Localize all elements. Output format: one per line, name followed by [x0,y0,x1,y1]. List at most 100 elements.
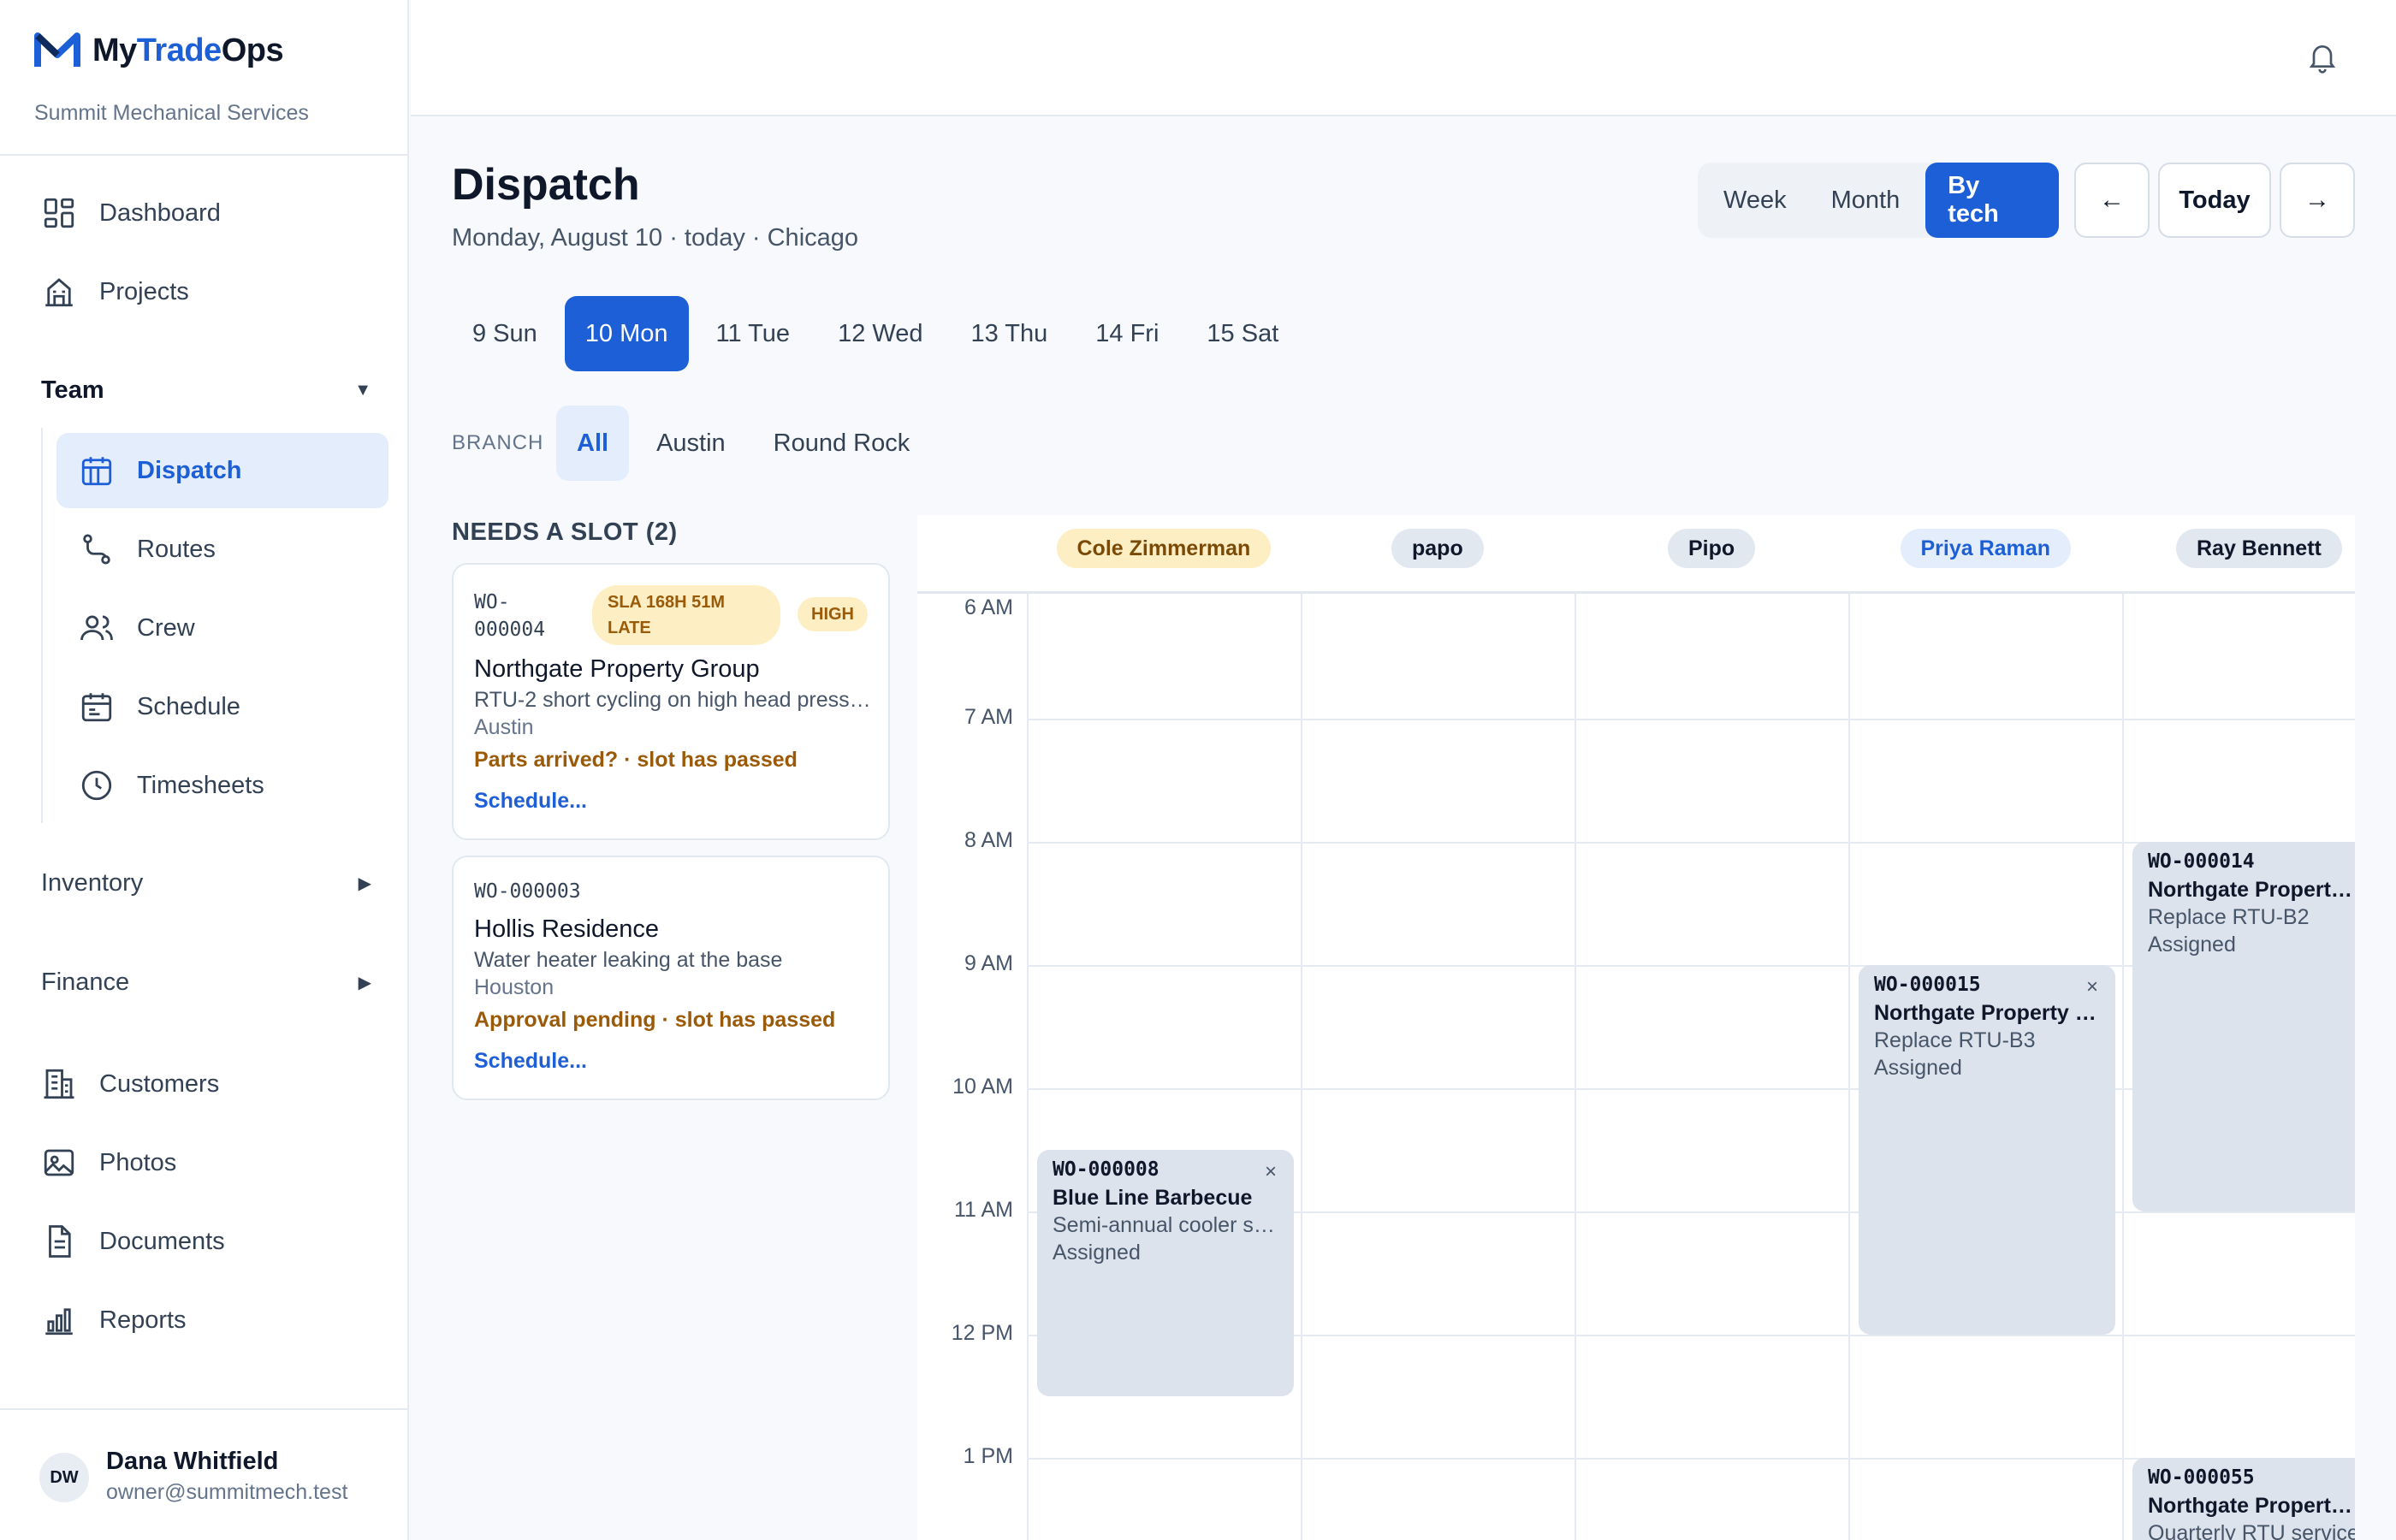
tech-header-row: Cole Zimmerman papo Pipo Priya Raman Ray… [917,515,2355,594]
user-name: Dana Whitfield [106,1448,279,1475]
view-month-button[interactable]: Month [1809,163,1923,238]
nav-routes[interactable]: Routes [56,512,388,587]
job-description: Water heater leaking at the base [474,948,783,972]
logo-icon [34,33,80,67]
image-icon [41,1145,77,1181]
nav-customers[interactable]: Customers [41,1054,219,1114]
route-icon [79,531,115,567]
event-id: WO-000055 [2148,1466,2255,1489]
unscheduled-card[interactable]: WO-000003 Hollis Residence Water heater … [452,856,890,1100]
unscheduled-card[interactable]: WO- 000004 SLA 168H 51M LATE HIGH Northga… [452,563,890,840]
nav-photos[interactable]: Photos [41,1133,176,1193]
group-label: Finance [41,968,130,996]
nav-dispatch[interactable]: Dispatch [56,433,388,508]
page-title: Dispatch [452,160,640,210]
calendar-event[interactable]: WO-000015 × Northgate Property Group Rep… [1859,965,2115,1335]
event-customer: Northgate Property Group [2148,1494,2355,1518]
calendar-event[interactable]: WO-000055 Northgate Property Group Quart… [2132,1458,2355,1540]
column-line [2122,594,2124,1540]
needs-slot-heading: NEEDS A SLOT (2) [452,518,678,546]
divider [0,154,407,156]
day-tab[interactable]: 14 Fri [1075,296,1179,371]
event-customer: Northgate Property Group [2148,878,2355,902]
sla-badge: SLA 168H 51M LATE [592,585,780,645]
group-inventory[interactable]: Inventory ▶ [41,869,371,897]
day-tabs: 9 Sun 10 Mon 11 Tue 12 Wed 13 Thu 14 Fri… [452,296,1306,371]
day-tab[interactable]: 13 Thu [951,296,1069,371]
group-label: Inventory [41,869,144,897]
nav-crew[interactable]: Crew [56,590,388,666]
app-name: MyTradeOps [92,32,284,68]
nav-dashboard[interactable]: Dashboard [41,183,221,243]
event-status: Assigned [1053,1241,1141,1265]
branch-label: BRANCH [452,431,544,454]
hour-label: 7 AM [964,705,1013,729]
work-order-id: WO- 000004 [474,591,546,641]
close-icon[interactable]: × [2086,975,2098,999]
event-status: Assigned [1874,1056,1962,1080]
close-icon[interactable]: × [1265,1160,1277,1184]
nav-label: Dashboard [99,198,221,227]
schedule-link[interactable]: Schedule... [474,789,587,814]
event-description: Semi-annual cooler service [1053,1213,1282,1237]
tech-chip[interactable]: Priya Raman [1900,529,2071,568]
tech-chip[interactable]: Ray Bennett [2176,529,2342,568]
users-icon [79,610,115,646]
nav-label: Schedule [137,692,240,720]
day-tab[interactable]: 12 Wed [817,296,943,371]
day-tab[interactable]: 15 Sat [1186,296,1299,371]
event-customer: Blue Line Barbecue [1053,1186,1253,1210]
column-line [1848,594,1850,1540]
company-name: Summit Mechanical Services [34,101,309,125]
event-id: WO-000015 [1874,974,1981,996]
calendar-icon [79,453,115,489]
day-tab[interactable]: 9 Sun [452,296,558,371]
branch-austin[interactable]: Austin [636,406,746,481]
tech-chip[interactable]: Pipo [1668,529,1756,568]
prev-arrow-icon[interactable]: ← [2074,163,2150,238]
nav-schedule[interactable]: Schedule [56,669,388,744]
group-team[interactable]: Team ▼ [41,376,371,405]
brand[interactable]: MyTradeOps [34,31,284,70]
customer-name: Northgate Property Group [474,655,760,683]
job-description: RTU-2 short cycling on high head pressur… [474,688,873,712]
user-profile[interactable]: DW Dana Whitfield owner@summitmech.test [0,1408,407,1540]
caret-right-icon: ▶ [358,974,371,992]
next-arrow-icon[interactable]: → [2280,163,2355,238]
group-finance[interactable]: Finance ▶ [41,968,371,997]
branch-round-rock[interactable]: Round Rock [753,406,931,481]
nav-label: Reports [99,1306,187,1334]
day-tab-active[interactable]: 10 Mon [564,296,689,371]
event-description: Quarterly RTU service [2148,1521,2355,1540]
event-description: Replace RTU-B3 [1874,1028,2036,1052]
nav-reports[interactable]: Reports [41,1290,187,1350]
nav-timesheets[interactable]: Timesheets [56,748,388,823]
nav-projects[interactable]: Projects [41,262,189,322]
branch-all[interactable]: All [556,406,630,481]
clock-icon [79,767,115,803]
slot-warning: Approval pending · slot has passed [474,1008,836,1032]
view-by-tech-button[interactable]: By tech [1925,163,2059,238]
user-email: owner@summitmech.test [106,1480,348,1504]
calendar-event[interactable]: WO-000008 × Blue Line Barbecue Semi-annu… [1037,1150,1294,1396]
nav-label: Routes [137,535,216,563]
tech-chip[interactable]: Cole Zimmerman [1056,529,1272,568]
view-week-button[interactable]: Week [1701,163,1809,238]
tech-chip[interactable]: papo [1391,529,1484,568]
event-description: Replace RTU-B2 [2148,905,2310,929]
day-tab[interactable]: 11 Tue [696,296,811,371]
hour-line [1029,719,2355,720]
schedule-link[interactable]: Schedule... [474,1049,587,1074]
hour-label: 10 AM [952,1075,1013,1099]
column-line [1301,594,1302,1540]
submenu-rail [41,428,43,823]
calendar-event[interactable]: WO-000014 Northgate Property Group Repla… [2132,842,2355,1211]
today-button[interactable]: Today [2158,163,2271,238]
hour-label: 12 PM [951,1321,1013,1345]
dispatch-calendar: 6 AM 7 AM 8 AM 9 AM 10 AM 11 AM 12 PM 1 … [917,515,2355,1540]
nav-documents[interactable]: Documents [41,1211,225,1271]
hour-label: 11 AM [953,1198,1013,1222]
bell-icon[interactable] [2305,39,2340,74]
building-icon [41,274,77,310]
event-id: WO-000014 [2148,850,2255,873]
